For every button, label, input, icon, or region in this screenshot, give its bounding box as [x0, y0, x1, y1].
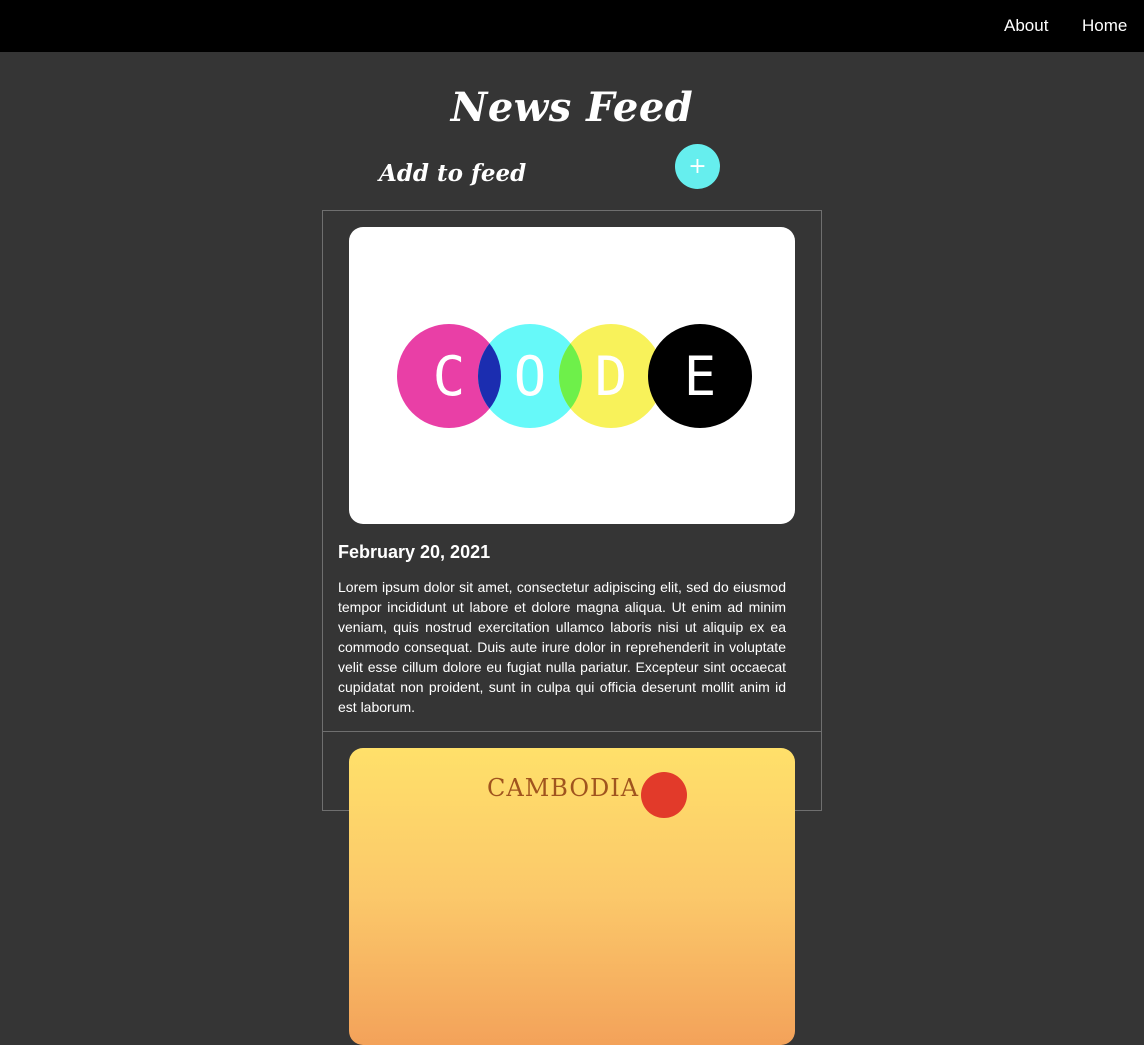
letter-d: D — [595, 345, 628, 408]
code-logo-image: C O D E — [349, 227, 795, 524]
feed-post: CAMBODIA — [322, 731, 822, 1045]
nav-about-link[interactable]: About — [1004, 16, 1048, 36]
poster-title: CAMBODIA — [487, 774, 640, 802]
add-to-feed-label: Add to feed — [379, 160, 527, 187]
plus-icon: + — [688, 154, 707, 179]
top-navigation-bar: About Home — [0, 0, 1144, 52]
letter-c: C — [433, 345, 466, 408]
add-to-feed-button[interactable]: + — [675, 144, 720, 189]
post-body: Lorem ipsum dolor sit amet, consectetur … — [338, 579, 786, 715]
sun-icon — [641, 772, 687, 818]
page-title: News Feed — [450, 84, 694, 131]
cambodia-poster-image: CAMBODIA — [349, 748, 795, 1045]
post-date: February 20, 2021 — [338, 542, 491, 562]
feed-post: C O D E February 20, 2021 Lorem ipsum do… — [322, 210, 822, 732]
nav-home-link[interactable]: Home — [1082, 16, 1127, 36]
letter-e: E — [684, 345, 717, 408]
code-circles-logo: C O D E — [397, 324, 752, 428]
letter-o: O — [514, 345, 547, 408]
